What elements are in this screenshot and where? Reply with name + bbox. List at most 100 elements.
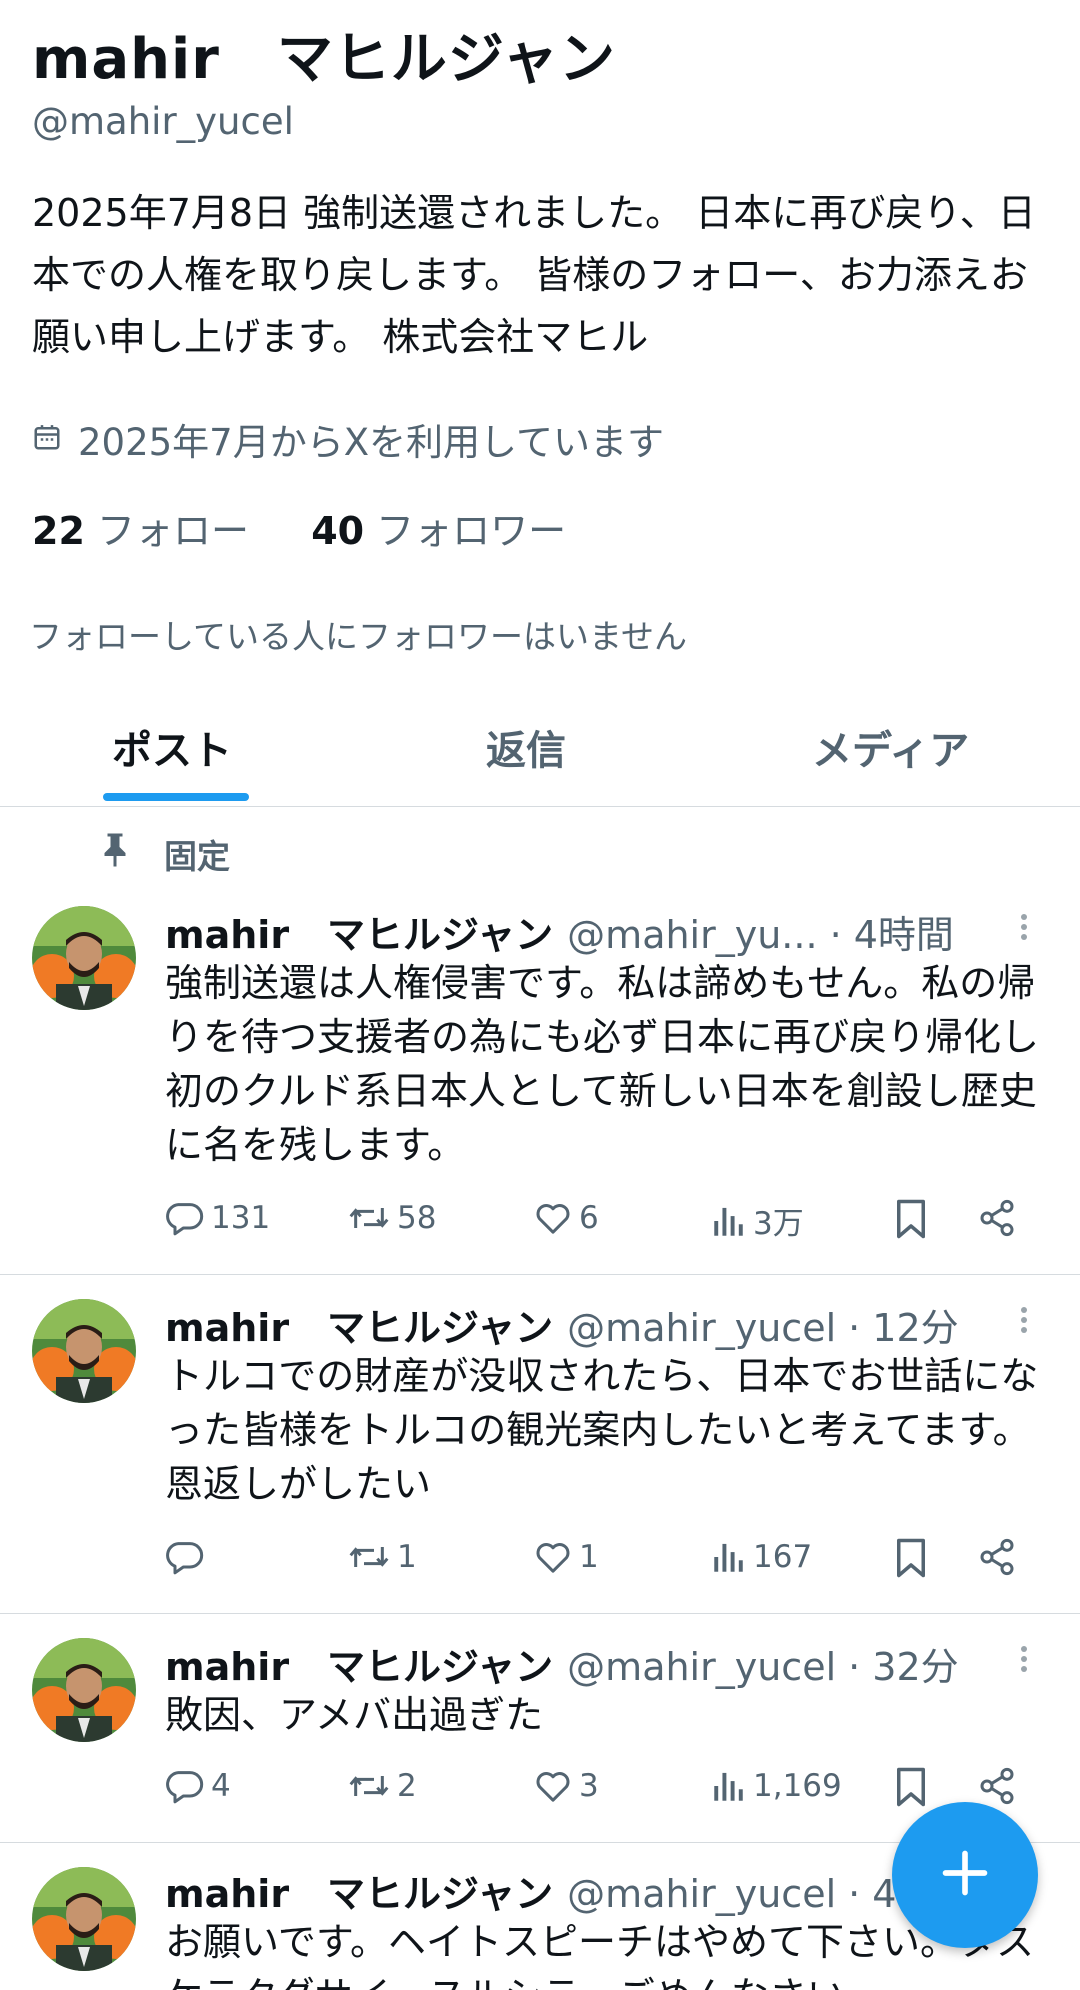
- follow-stats: 22 フォロー 40 フォロワー: [32, 500, 566, 555]
- share-button[interactable]: [977, 1766, 1017, 1806]
- tweet-timestamp[interactable]: · 4: [848, 1872, 896, 1916]
- tweet-actions: 131 58 6 3万: [165, 1198, 1035, 1248]
- followers-count: 40: [311, 509, 365, 553]
- tab-replies[interactable]: 返信: [486, 718, 566, 776]
- joined-date: 2025年7月からXを利用しています: [32, 412, 664, 466]
- tweet-author-name[interactable]: mahir マヒルジャン: [165, 1297, 553, 1352]
- bookmark-icon: [893, 1766, 929, 1808]
- compose-plus-icon: [939, 1847, 991, 1903]
- like-count: 6: [579, 1200, 599, 1236]
- tweet-actions: 1 1 167: [165, 1537, 1035, 1587]
- tweet-author-handle[interactable]: @mahir_yucel: [567, 1645, 836, 1689]
- compose-button[interactable]: [892, 1802, 1038, 1948]
- views-icon: [711, 1537, 747, 1577]
- repost-count: 2: [397, 1768, 417, 1804]
- like-button[interactable]: 6: [533, 1198, 599, 1238]
- tweet-header: mahir マヒルジャン @mahir_yu... · 4時間: [165, 904, 954, 959]
- share-icon: [977, 1537, 1017, 1577]
- calendar-icon: [32, 418, 62, 461]
- like-icon: [533, 1537, 573, 1577]
- tweet-actions: 4 2 3 1,169: [165, 1766, 1035, 1816]
- tab-media[interactable]: メディア: [812, 718, 969, 776]
- tweet-timestamp[interactable]: · 4時間: [830, 904, 954, 959]
- tweet-author-handle[interactable]: @mahir_yucel: [567, 1306, 836, 1350]
- tweet-card[interactable]: mahir マヒルジャン @mahir_yu... · 4時間 強制送還は人権侵…: [0, 880, 1080, 1275]
- avatar[interactable]: [32, 1638, 136, 1742]
- like-icon: [533, 1766, 573, 1806]
- bookmark-button[interactable]: [893, 1537, 929, 1579]
- repost-button[interactable]: 2: [347, 1766, 417, 1806]
- avatar[interactable]: [32, 1867, 136, 1971]
- following-link[interactable]: 22 フォロー: [32, 509, 249, 553]
- like-button[interactable]: 1: [533, 1537, 599, 1577]
- following-label: フォロー: [96, 509, 249, 553]
- like-button[interactable]: 3: [533, 1766, 599, 1806]
- views-button[interactable]: 3万: [711, 1198, 804, 1243]
- views-count: 1,169: [753, 1768, 842, 1804]
- profile-name: mahir マヒルジャン: [32, 27, 617, 92]
- views-button[interactable]: 167: [711, 1537, 812, 1577]
- repost-button[interactable]: 58: [347, 1198, 436, 1238]
- repost-icon: [347, 1537, 391, 1577]
- share-icon: [977, 1198, 1017, 1238]
- followers-link[interactable]: 40 フォロワー: [311, 509, 566, 553]
- tweet-author-name[interactable]: mahir マヒルジャン: [165, 1636, 553, 1691]
- tweet-text: 強制送還は人権侵害です。私は諦めもせん。私の帰りを待つ支援者の為にも必ず日本に再…: [165, 961, 1040, 1167]
- share-icon: [977, 1766, 1017, 1806]
- tweet-text: 敗因、アメバ出過ぎた: [165, 1693, 544, 1737]
- tweet-author-name[interactable]: mahir マヒルジャン: [165, 904, 553, 959]
- tweet-card[interactable]: mahir マヒルジャン @mahir_yucel · 12分 トルコでの財産が…: [0, 1275, 1080, 1614]
- views-count: 3万: [753, 1206, 804, 1242]
- tweet-header: mahir マヒルジャン @mahir_yucel · 12分: [165, 1297, 959, 1352]
- reply-icon: [165, 1198, 205, 1238]
- share-button[interactable]: [977, 1537, 1017, 1577]
- active-tab-indicator: [103, 793, 249, 801]
- pinned-indicator: 固定: [100, 830, 230, 878]
- reply-icon: [165, 1766, 205, 1806]
- like-count: 3: [579, 1768, 599, 1804]
- repost-icon: [347, 1198, 391, 1238]
- repost-count: 1: [397, 1539, 417, 1575]
- tweet-card[interactable]: mahir マヒルジャン @mahir_yucel · 32分 敗因、アメバ出過…: [0, 1614, 1080, 1843]
- following-count: 22: [32, 509, 85, 553]
- profile-bio: 2025年7月8日 強制送還されました。 日本に再び戻り、日本での人権を取り戻し…: [32, 191, 1036, 359]
- pin-icon: [100, 832, 130, 876]
- bookmark-button[interactable]: [893, 1198, 929, 1240]
- reply-icon: [165, 1537, 205, 1577]
- more-icon[interactable]: [1018, 1303, 1030, 1337]
- like-count: 1: [579, 1539, 599, 1575]
- tweet-text: トルコでの財産が没収されたら、日本でお世話になった皆様をトルコの観光案内したいと…: [165, 1354, 1039, 1506]
- views-icon: [711, 1766, 747, 1806]
- reply-button[interactable]: [165, 1537, 211, 1577]
- bookmark-icon: [893, 1537, 929, 1579]
- bookmark-button[interactable]: [893, 1766, 929, 1808]
- tweet-timestamp[interactable]: · 12分: [848, 1297, 959, 1352]
- tweet-timestamp[interactable]: · 32分: [848, 1636, 959, 1691]
- profile-handle: @mahir_yucel: [32, 100, 294, 143]
- repost-button[interactable]: 1: [347, 1537, 417, 1577]
- avatar[interactable]: [32, 906, 136, 1010]
- tweet-author-handle[interactable]: @mahir_yucel: [567, 1872, 836, 1916]
- reply-button[interactable]: 131: [165, 1198, 270, 1238]
- share-button[interactable]: [977, 1198, 1017, 1238]
- joined-text: 2025年7月からXを利用しています: [78, 421, 664, 464]
- tab-posts[interactable]: ポスト: [112, 718, 232, 776]
- more-icon[interactable]: [1018, 910, 1030, 944]
- views-button[interactable]: 1,169: [711, 1766, 842, 1806]
- pinned-label: 固定: [164, 837, 230, 876]
- tweet-author-handle[interactable]: @mahir_yu...: [567, 913, 817, 957]
- followers-label: フォロワー: [376, 509, 567, 553]
- more-icon[interactable]: [1018, 1642, 1030, 1676]
- reply-count: 4: [211, 1768, 231, 1804]
- repost-count: 58: [397, 1200, 437, 1236]
- reply-count: 131: [211, 1200, 271, 1236]
- bookmark-icon: [893, 1198, 929, 1240]
- like-icon: [533, 1198, 573, 1238]
- followers-you-know-note[interactable]: フォローしている人にフォロワーはいません: [29, 610, 687, 658]
- profile-tabs: ポスト 返信 メディア: [0, 700, 1080, 807]
- avatar[interactable]: [32, 1299, 136, 1403]
- views-icon: [711, 1201, 747, 1241]
- views-count: 167: [753, 1539, 813, 1575]
- tweet-author-name[interactable]: mahir マヒルジャン: [165, 1863, 553, 1918]
- reply-button[interactable]: 4: [165, 1766, 231, 1806]
